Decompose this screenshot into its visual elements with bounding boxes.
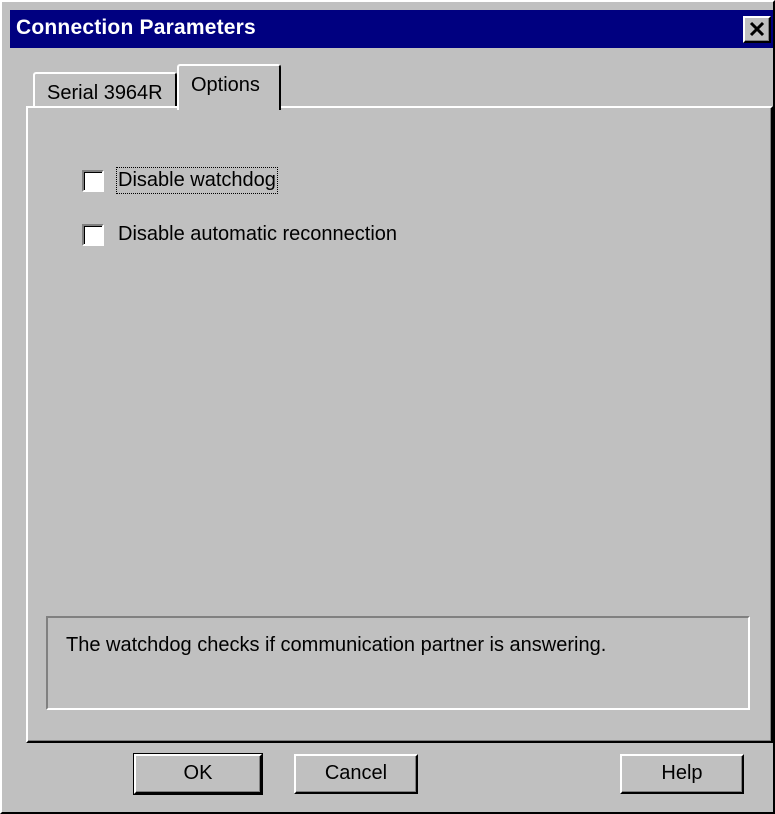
window-title: Connection Parameters [16,16,256,39]
dialog-window: Connection Parameters Serial 3964R Optio… [0,0,775,814]
description-box: The watchdog checks if communication par… [46,616,750,710]
disable-watchdog-label[interactable]: Disable watchdog [116,167,278,194]
close-icon [749,21,765,37]
tab-serial-3964r-label: Serial 3964R [47,82,163,104]
description-text: The watchdog checks if communication par… [66,634,607,656]
tab-options[interactable]: Options [177,64,281,110]
close-button[interactable] [743,16,771,43]
title-bar[interactable]: Connection Parameters [10,10,773,48]
tab-serial-3964r[interactable]: Serial 3964R [33,72,177,108]
cancel-button[interactable]: Cancel [294,754,418,794]
ok-button[interactable]: OK [133,753,263,795]
tab-options-label: Options [191,74,260,96]
disable-auto-reconnect-label[interactable]: Disable automatic reconnection [118,223,397,246]
disable-watchdog-checkbox[interactable] [82,170,104,192]
disable-auto-reconnect-checkbox[interactable] [82,224,104,246]
help-button[interactable]: Help [620,754,744,794]
